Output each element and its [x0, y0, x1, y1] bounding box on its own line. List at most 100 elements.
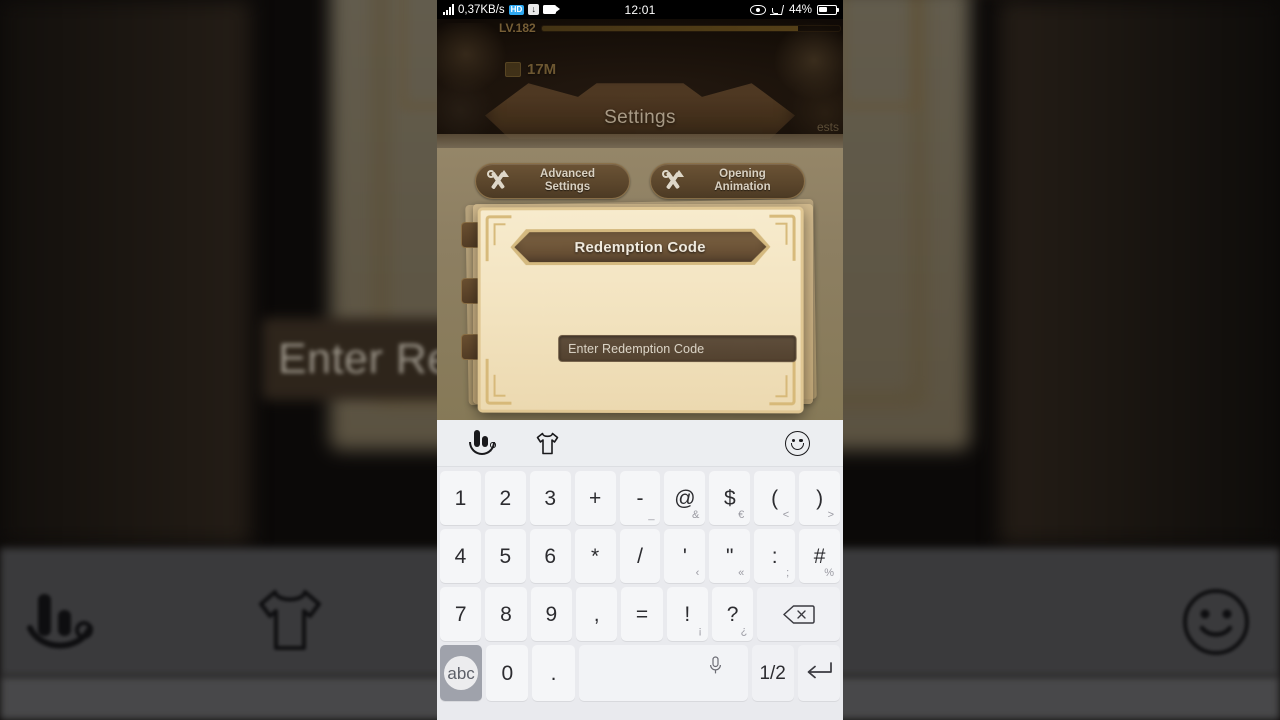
- key-label: ): [816, 486, 824, 510]
- dialog-title: Redemption Code: [574, 238, 706, 256]
- keyboard-emoji-button[interactable]: [765, 430, 829, 456]
- key-0[interactable]: 0: [486, 645, 529, 701]
- key-sublabel: «: [738, 567, 745, 579]
- key-label: /: [637, 544, 643, 568]
- key-at[interactable]: @ &: [664, 471, 706, 525]
- key-label: 0: [501, 661, 514, 685]
- key-label: *: [591, 544, 600, 568]
- settings-option-row: Advanced Settings Opening Animation: [437, 163, 843, 199]
- opening-animation-button[interactable]: Opening Animation: [650, 163, 805, 199]
- mic-icon[interactable]: [709, 656, 722, 680]
- key-label: 2: [499, 486, 512, 510]
- key-5[interactable]: 5: [484, 529, 526, 583]
- key-page-switch[interactable]: 1/2: [751, 645, 794, 701]
- key-sublabel: %: [824, 567, 835, 579]
- opening-animation-label: Opening Animation: [691, 168, 794, 194]
- key-paren-close[interactable]: ) >: [799, 471, 841, 525]
- key-backspace[interactable]: [757, 587, 840, 641]
- key-label: 9: [545, 602, 558, 626]
- key-paren-open[interactable]: (<: [754, 471, 796, 525]
- key-1[interactable]: 1: [440, 471, 481, 525]
- key-dollar[interactable]: $ €: [709, 471, 751, 525]
- key-space[interactable]: [578, 645, 748, 701]
- dialog-corner-top-left: [485, 215, 512, 262]
- hd-badge-icon: HD: [508, 4, 525, 15]
- key-colon[interactable]: :;: [754, 529, 796, 583]
- key-minus[interactable]: - _: [619, 471, 661, 525]
- keyboard-theme-button[interactable]: [515, 431, 579, 456]
- smiley-icon: [784, 430, 810, 456]
- status-bar-left: 0,37KB/s HD: [443, 4, 561, 16]
- backdrop-tshirt-icon: [248, 584, 332, 656]
- key-3[interactable]: 3: [529, 471, 571, 525]
- key-question[interactable]: ? ¿: [711, 587, 754, 641]
- player-level-label: LV.182: [499, 21, 536, 35]
- key-sublabel: ;: [786, 567, 790, 579]
- keyboard-logo-button[interactable]: [451, 430, 515, 456]
- player-currency-row: 17M: [505, 61, 556, 78]
- key-slash[interactable]: /: [619, 529, 661, 583]
- key-sublabel: €: [738, 509, 745, 521]
- advanced-settings-label: Advanced Settings: [516, 168, 619, 194]
- key-label: :: [771, 544, 778, 568]
- key-label: 8: [500, 602, 512, 626]
- key-label: 1/2: [759, 662, 786, 684]
- key-plus[interactable]: +: [574, 471, 616, 525]
- key-7[interactable]: 7: [440, 587, 482, 641]
- key-label: #: [813, 544, 826, 568]
- key-label: ': [682, 544, 687, 568]
- opening-animation-line1: Opening: [719, 167, 766, 180]
- player-level-row: LV.182: [499, 21, 841, 35]
- key-label: ": [726, 544, 734, 568]
- key-4[interactable]: 4: [440, 529, 481, 583]
- dialog-corner-bottom-left: [485, 358, 512, 405]
- touchpal-logo-icon: [469, 430, 497, 456]
- status-bar: 0,37KB/s HD 12:01 44%: [437, 0, 843, 19]
- cast-icon: [771, 4, 784, 15]
- key-comma[interactable]: ,: [575, 587, 618, 641]
- key-equals[interactable]: =: [621, 587, 663, 641]
- redemption-code-dialog: Redemption Code Enter Redemption Code: [477, 206, 804, 414]
- key-label: 4: [454, 544, 467, 568]
- keyboard-row-4: abc 0 . 1/2: [440, 645, 840, 701]
- key-sublabel: ¿: [740, 625, 748, 637]
- redemption-code-input[interactable]: Enter Redemption Code: [558, 334, 797, 363]
- key-enter[interactable]: [797, 645, 840, 701]
- key-label: +: [588, 486, 602, 510]
- key-label: .: [550, 661, 557, 685]
- key-label: 3: [544, 486, 557, 510]
- onscreen-keyboard: 1 2 3 + - _ @ & $ € (< ) > 4 5 6 * / ' ‹ " « :…: [437, 420, 843, 720]
- key-8[interactable]: 8: [485, 587, 527, 641]
- key-sublabel: <: [782, 509, 790, 521]
- battery-percent-label: 44%: [788, 3, 812, 16]
- key-label: =: [635, 602, 649, 626]
- key-label: 7: [454, 602, 467, 626]
- key-label: @: [674, 486, 696, 510]
- key-9[interactable]: 9: [530, 587, 572, 641]
- page-title: Settings: [604, 107, 676, 128]
- key-label: ?: [726, 602, 739, 626]
- backspace-icon: [782, 604, 815, 625]
- key-period[interactable]: .: [532, 645, 575, 701]
- key-label: $: [723, 486, 736, 510]
- key-label: 5: [499, 544, 512, 568]
- key-hash[interactable]: #%: [799, 529, 841, 583]
- key-quote[interactable]: " «: [709, 529, 751, 583]
- dialog-corner-top-right: [769, 214, 796, 261]
- key-2[interactable]: 2: [484, 471, 526, 525]
- key-asterisk[interactable]: *: [574, 529, 616, 583]
- key-label: ,: [593, 602, 600, 626]
- key-apostrophe[interactable]: ' ‹: [664, 529, 706, 583]
- header-right-text: ests: [816, 120, 839, 134]
- key-6[interactable]: 6: [529, 529, 571, 583]
- header-bottom-strip: [437, 134, 843, 148]
- key-exclamation[interactable]: ! ¡: [666, 587, 708, 641]
- key-abc-switch[interactable]: abc: [440, 645, 483, 701]
- key-label: (: [771, 486, 779, 510]
- advanced-settings-button[interactable]: Advanced Settings: [475, 163, 630, 199]
- status-bar-right: 44%: [749, 3, 839, 16]
- key-sublabel: &: [692, 509, 700, 521]
- key-label: 1: [454, 486, 467, 510]
- keyboard-row-2: 4 5 6 * / ' ‹ " « :; #%: [440, 529, 841, 583]
- phone-screenshot: 0,37KB/s HD 12:01 44% LV.182 17M Setting…: [437, 0, 843, 720]
